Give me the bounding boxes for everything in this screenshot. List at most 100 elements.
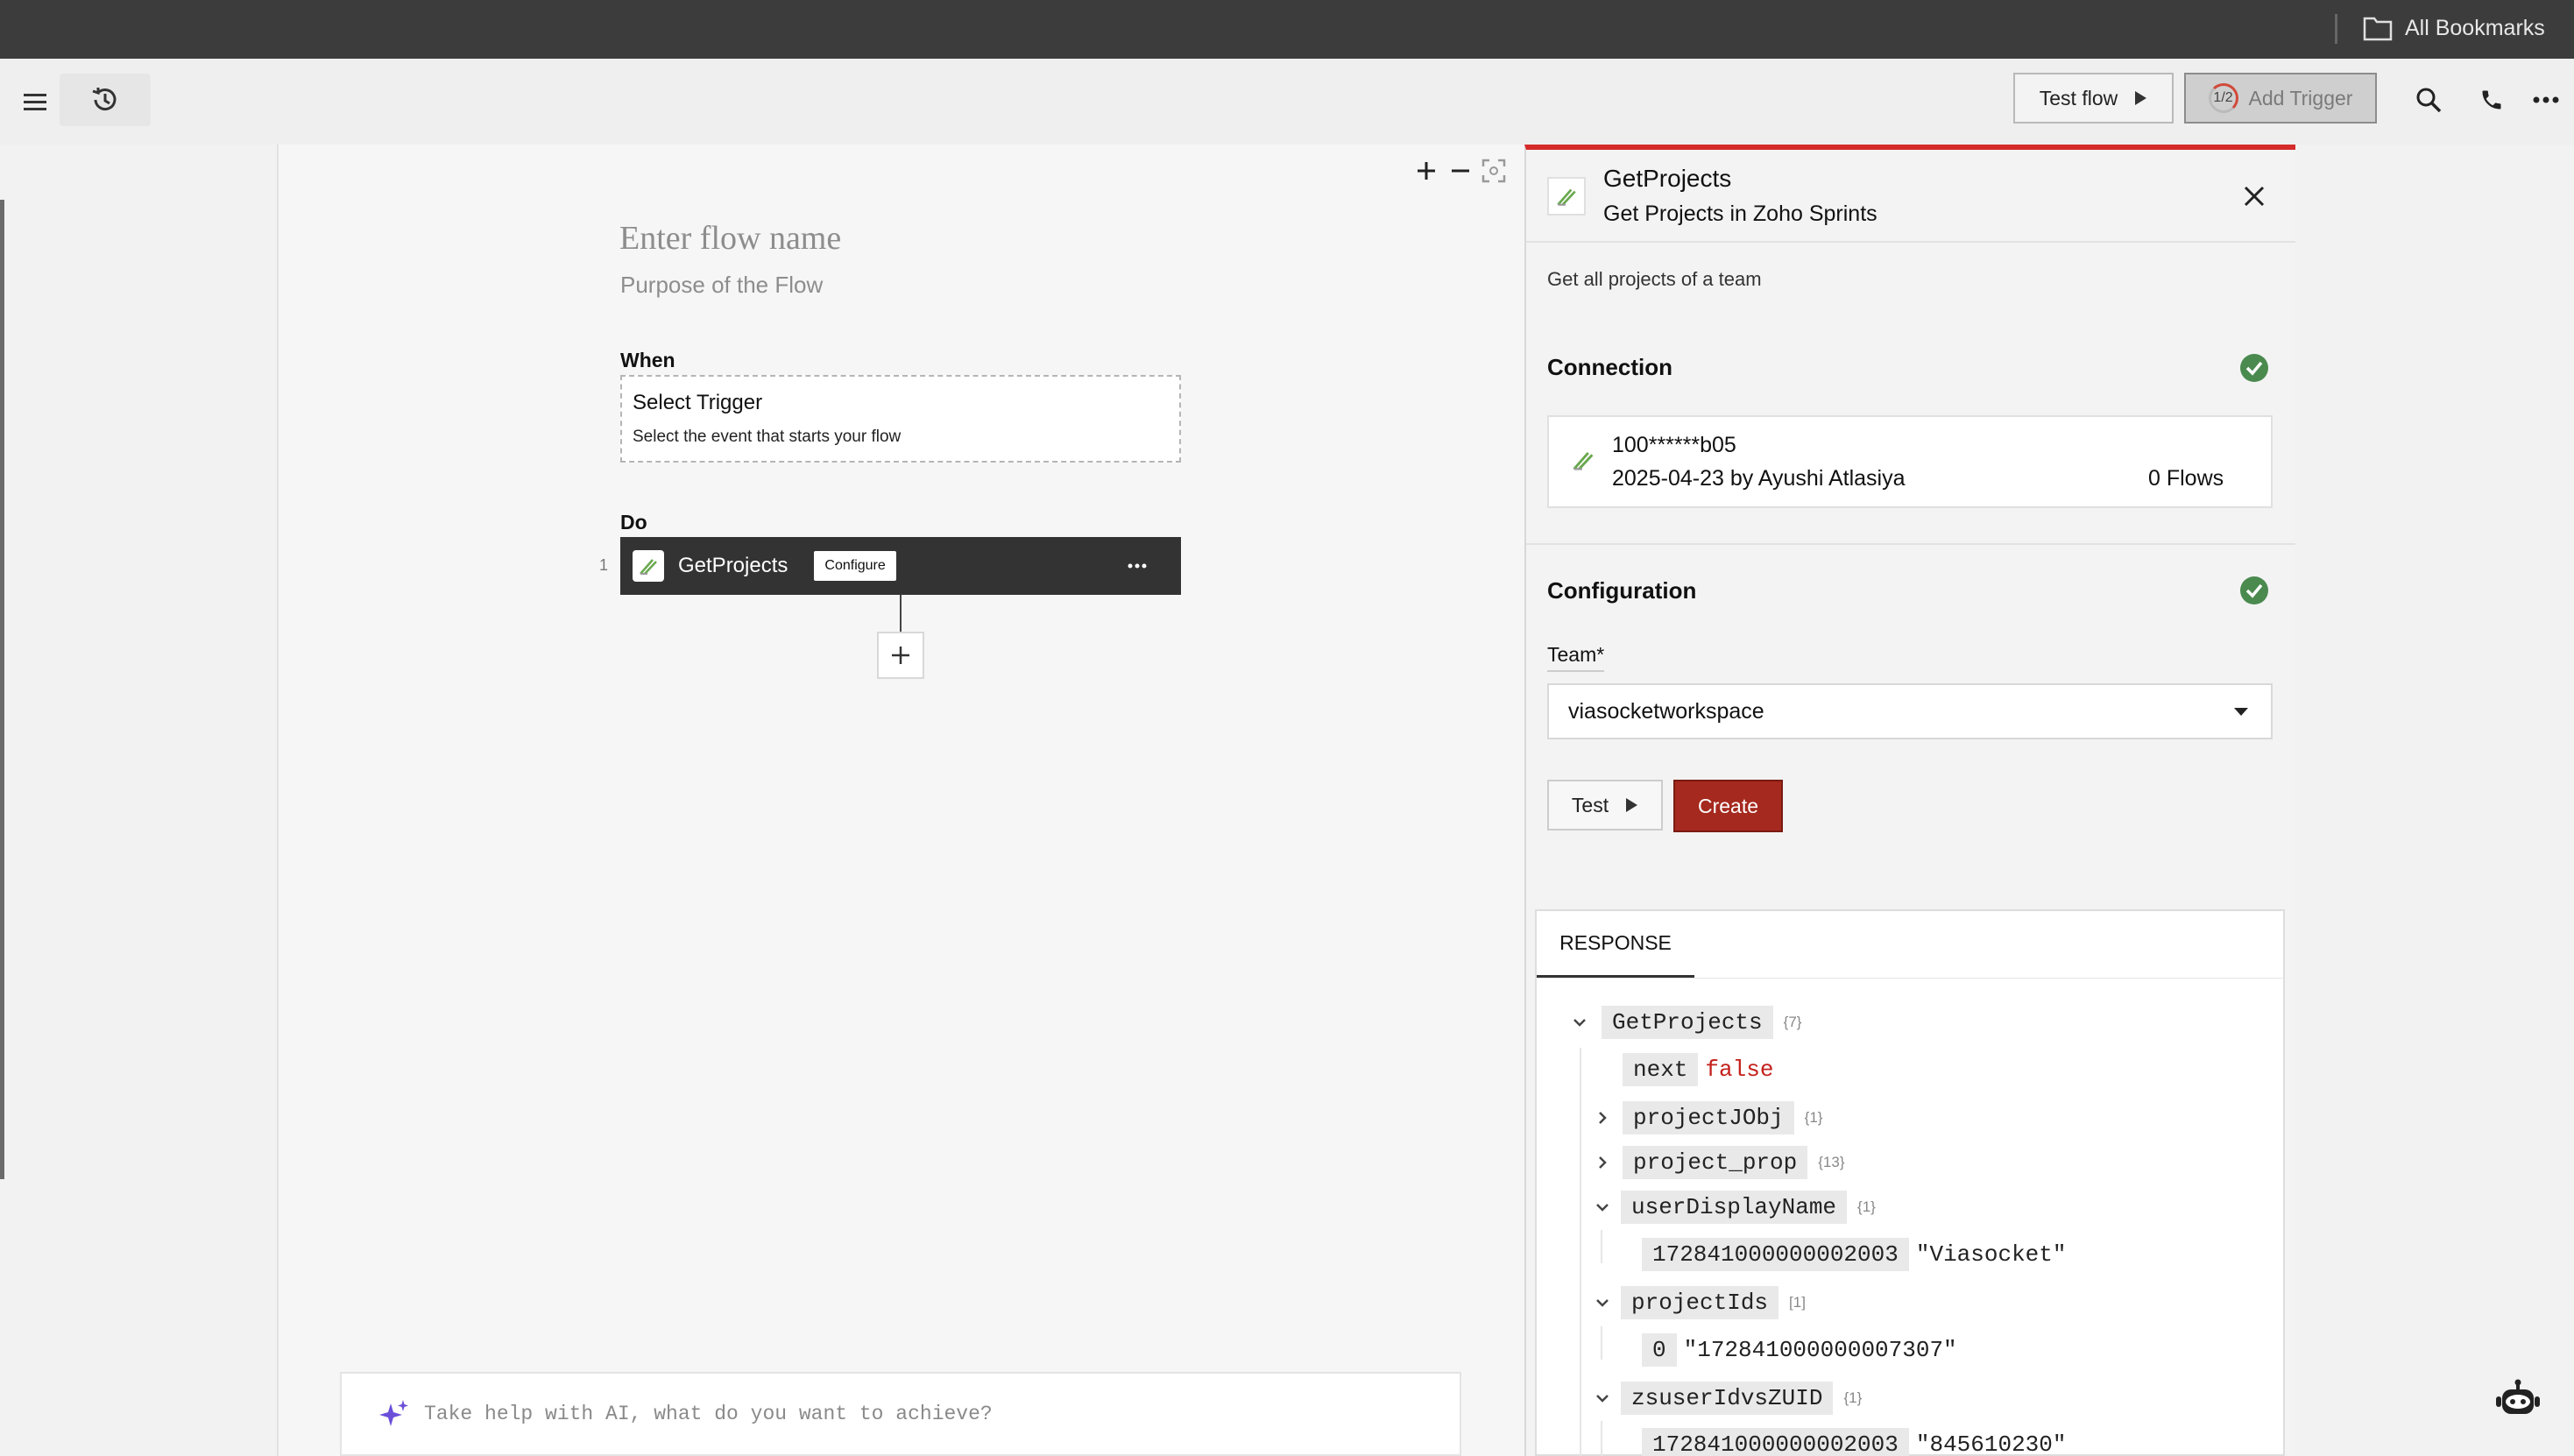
search-icon[interactable] — [2409, 81, 2448, 119]
select-trigger-subtitle: Select the event that starts your flow — [633, 428, 902, 446]
chatbot-icon[interactable] — [2493, 1379, 2542, 1423]
tree-count: [1] — [1789, 1294, 1806, 1311]
step-connector-line — [900, 595, 902, 633]
flow-canvas — [277, 145, 1524, 1456]
sparkle-icon — [379, 1400, 408, 1426]
tree-value: "Viasocket" — [1915, 1241, 2067, 1268]
configure-button[interactable]: Configure — [814, 551, 896, 581]
tree-node[interactable]: userDisplayName {1} — [1591, 1191, 1876, 1224]
tree-node[interactable]: projectJObj {1} — [1591, 1101, 1822, 1134]
play-icon — [1626, 798, 1638, 812]
panel-subtitle: Get Projects in Zoho Sprints — [1603, 201, 1877, 226]
check-circle-icon — [2240, 576, 2268, 604]
tab-underline — [1537, 978, 2283, 979]
tree-count: {13} — [1818, 1154, 1845, 1170]
step-number: 1 — [599, 556, 609, 574]
panel-description: Get all projects of a team — [1547, 268, 1762, 290]
tree-key: 0 — [1642, 1333, 1677, 1367]
connection-section-title: Connection — [1547, 354, 1672, 380]
chevron-right-icon — [1591, 1156, 1614, 1170]
team-select-value: viasocketworkspace — [1568, 698, 1764, 724]
left-edge-strip — [0, 200, 4, 1179]
chevron-right-icon — [1591, 1111, 1614, 1125]
tree-key: userDisplayName — [1621, 1191, 1848, 1224]
tree-leaf: 172841000000002003 "845610230" — [1642, 1428, 2067, 1456]
connection-card[interactable] — [1547, 415, 2273, 508]
do-section-label: Do — [620, 511, 647, 534]
tree-guide-line — [1601, 1326, 1602, 1360]
connection-meta: 2025-04-23 by Ayushi Atlasiya — [1612, 466, 1906, 491]
tree-leaf: 172841000000002003 "Viasocket" — [1642, 1238, 2067, 1271]
zoho-sprints-icon — [633, 550, 664, 582]
add-step-button[interactable] — [877, 632, 924, 679]
chevron-down-icon — [1568, 1018, 1591, 1027]
zoom-out-icon[interactable] — [1447, 158, 1474, 184]
tree-guide-line — [1601, 1230, 1602, 1263]
chevron-down-icon — [1591, 1203, 1614, 1212]
section-divider — [1526, 543, 2295, 545]
tree-node[interactable]: zsuserIdvsZUID {1} — [1591, 1382, 1862, 1415]
step-more-icon[interactable] — [1120, 553, 1155, 579]
tree-key: GetProjects — [1602, 1006, 1773, 1039]
flow-name-input[interactable]: Enter flow name — [619, 219, 841, 258]
connection-id: 100******b05 — [1612, 433, 1736, 457]
ai-prompt-input[interactable]: Take help with AI, what do you want to a… — [340, 1372, 1461, 1456]
zoom-in-icon[interactable] — [1413, 158, 1439, 184]
tree-key: 172841000000002003 — [1642, 1428, 1909, 1456]
tree-node[interactable]: projectIds [1] — [1591, 1286, 1806, 1319]
close-icon[interactable] — [2238, 180, 2270, 212]
tree-value: "172841000000007307" — [1683, 1337, 1957, 1363]
all-bookmarks-button[interactable]: All Bookmarks — [2363, 15, 2545, 41]
tree-key: next — [1623, 1053, 1699, 1086]
tree-count: {1} — [1857, 1198, 1876, 1215]
trigger-progress-indicator: 1/2 — [2208, 83, 2238, 113]
test-flow-button[interactable]: Test flow — [2013, 73, 2174, 124]
tree-count: {1} — [1843, 1389, 1863, 1406]
tree-value: false — [1705, 1057, 1774, 1083]
step-name: GetProjects — [678, 554, 788, 577]
phone-icon[interactable] — [2472, 81, 2511, 119]
flow-purpose-input[interactable]: Purpose of the Flow — [620, 272, 823, 299]
chevron-down-icon — [1591, 1298, 1614, 1307]
tree-key: 172841000000002003 — [1642, 1238, 1909, 1271]
tree-guide-line — [1580, 1048, 1581, 1456]
check-circle-icon — [2240, 354, 2268, 382]
add-trigger-label: Add Trigger — [2248, 86, 2353, 110]
tree-node[interactable]: project_prop {13} — [1591, 1146, 1845, 1179]
tree-key: zsuserIdvsZUID — [1621, 1382, 1834, 1415]
create-button[interactable]: Create — [1673, 780, 1783, 832]
add-trigger-button[interactable]: 1/2 Add Trigger — [2184, 73, 2377, 124]
zoho-sprints-icon — [1547, 177, 1586, 216]
tab-response[interactable]: RESPONSE — [1537, 911, 1694, 978]
ai-prompt-placeholder: Take help with AI, what do you want to a… — [424, 1403, 993, 1425]
more-options-icon[interactable] — [2527, 81, 2565, 119]
zoho-sprints-icon — [1570, 447, 1596, 473]
team-select[interactable]: viasocketworkspace — [1547, 683, 2273, 739]
team-field-label: Team* — [1547, 643, 1605, 672]
test-flow-label: Test flow — [2039, 86, 2118, 110]
tree-count: {1} — [1804, 1109, 1823, 1126]
fit-view-icon[interactable] — [1481, 158, 1507, 184]
select-trigger-title: Select Trigger — [633, 391, 763, 414]
select-trigger-box[interactable]: Select Trigger Select the event that sta… — [620, 375, 1181, 463]
chevron-down-icon — [2234, 708, 2248, 716]
bookmarks-divider — [2335, 14, 2337, 44]
step-card-getprojects[interactable]: GetProjects Configure — [620, 537, 1181, 595]
folder-icon — [2363, 17, 2393, 41]
tree-leaf: 0 "172841000000007307" — [1642, 1333, 1957, 1367]
when-section-label: When — [620, 349, 675, 371]
tree-key: projectIds — [1621, 1286, 1779, 1319]
panel-header — [1526, 150, 2295, 243]
play-icon — [2135, 91, 2147, 105]
response-viewer — [1535, 909, 2285, 1456]
hamburger-menu-icon[interactable] — [16, 84, 54, 119]
test-button-label: Test — [1571, 793, 1609, 816]
history-icon[interactable] — [60, 74, 151, 126]
panel-title: GetProjects — [1603, 165, 1732, 192]
configuration-section-title: Configuration — [1547, 577, 1697, 604]
test-button[interactable]: Test — [1547, 780, 1663, 830]
tree-node[interactable]: GetProjects {7} — [1568, 1006, 1801, 1039]
all-bookmarks-label: All Bookmarks — [2405, 15, 2545, 40]
tree-value: "845610230" — [1915, 1431, 2067, 1456]
chevron-down-icon — [1591, 1394, 1614, 1403]
